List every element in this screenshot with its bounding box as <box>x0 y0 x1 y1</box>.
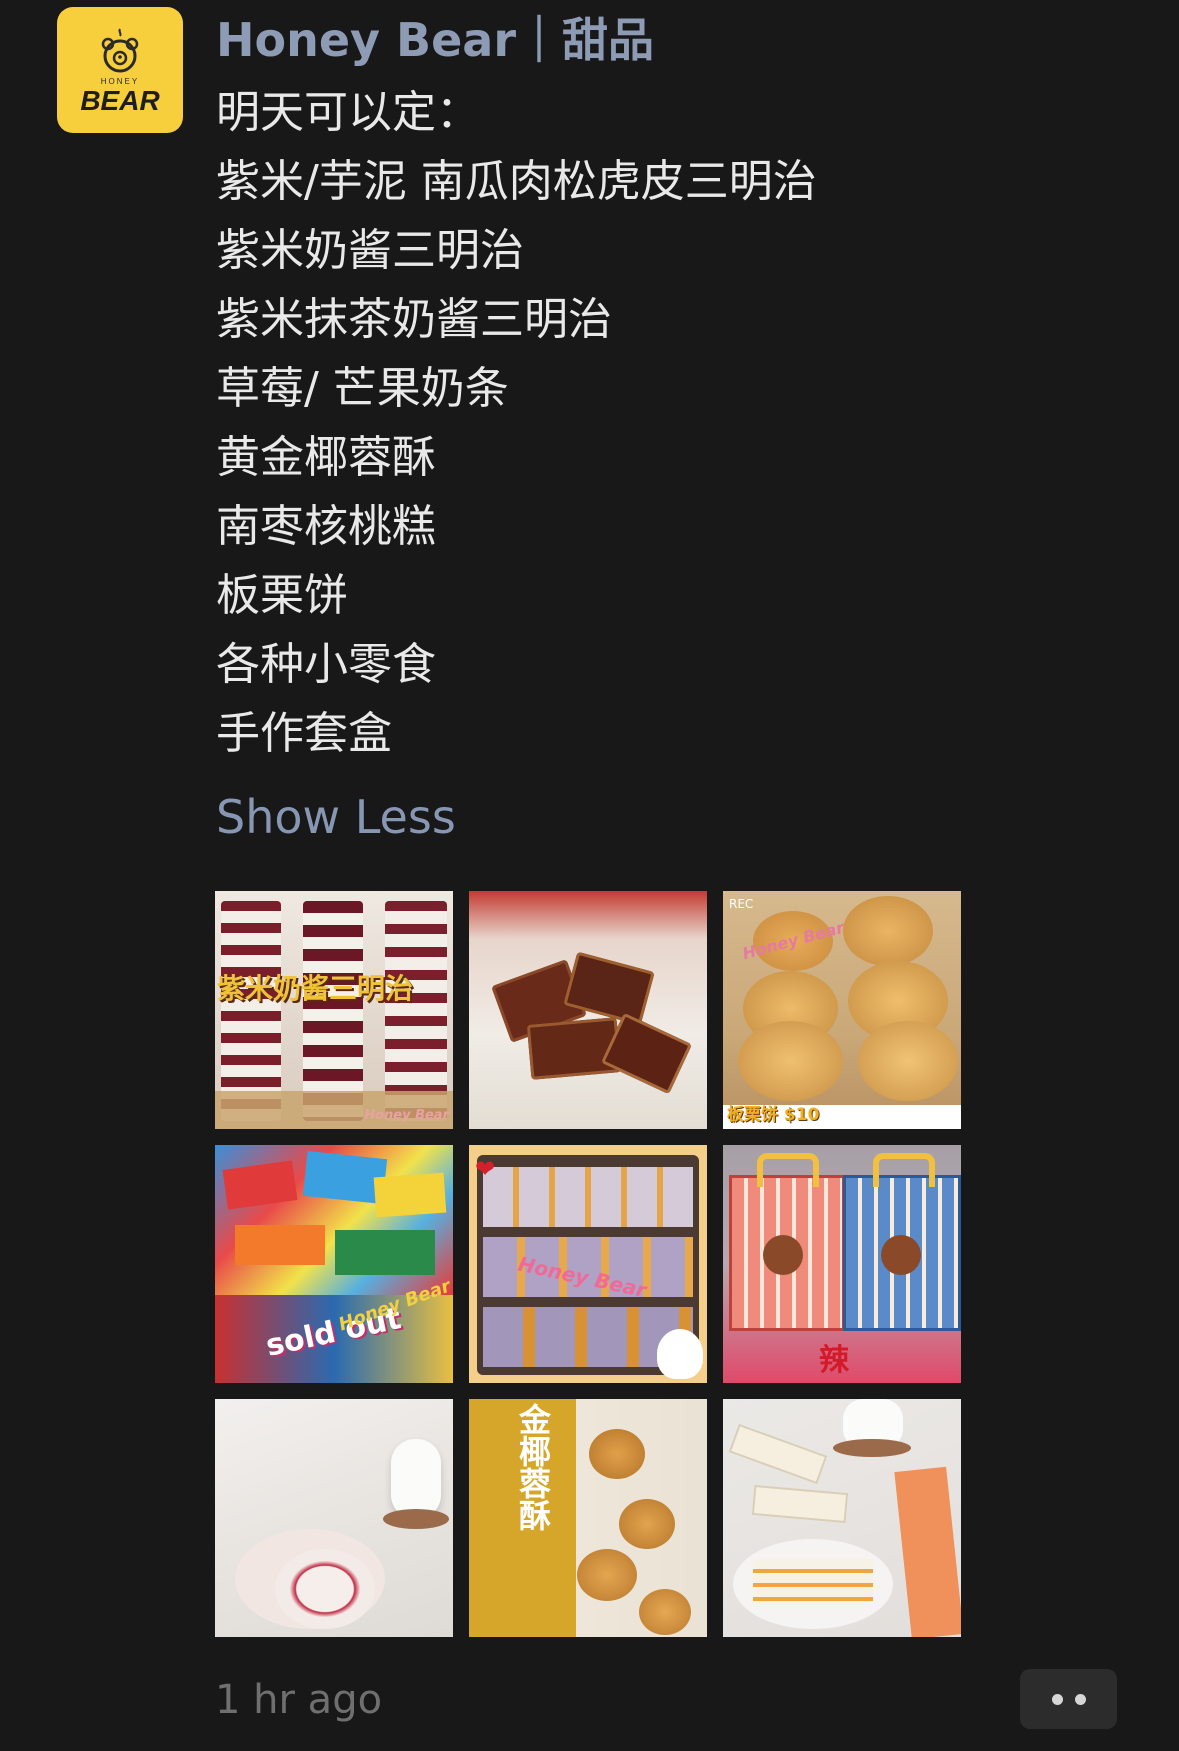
photo-sandwich-purple-rice[interactable]: 紫米奶酱三明治 Honey Bear <box>215 891 453 1129</box>
bear-icon <box>101 27 139 72</box>
photo-milk-bars[interactable] <box>723 1399 961 1637</box>
photo-taro-sandwiches[interactable]: ❤ Honey Bear <box>469 1145 707 1383</box>
post-line: 南枣核桃糕 <box>216 501 436 552</box>
photo-overlay-text: 板栗饼 $10 <box>727 1105 820 1125</box>
photo-overlay-text: 辣 <box>819 1343 849 1378</box>
photo-overlay-text: 紫米奶酱三明治 <box>217 972 414 1005</box>
more-dot-icon <box>1051 1693 1063 1705</box>
post-line: 草莓/ 芒果奶条 <box>216 363 509 414</box>
photo-grid: 紫米奶酱三明治 Honey Bear REC Honey Bear 板栗饼 $1… <box>215 891 961 1637</box>
photo-coconut-crisps[interactable]: 金椰蓉酥 <box>469 1399 707 1637</box>
photo-watermark: Honey Bear <box>364 1108 449 1123</box>
post-line: 紫米/芋泥 南瓜肉松虎皮三明治 <box>216 156 817 207</box>
photo-snacks[interactable]: sold out Honey Bear <box>215 1145 453 1383</box>
post-line: 紫米抹茶奶酱三明治 <box>216 294 612 345</box>
photo-chestnut-cookies[interactable]: REC Honey Bear 板栗饼 $10 <box>723 891 961 1129</box>
avatar[interactable]: HONEY BEAR <box>57 7 183 133</box>
more-dot-icon <box>1074 1693 1086 1705</box>
timestamp: 1 hr ago <box>215 1677 383 1723</box>
post-line: 各种小零食 <box>216 639 436 690</box>
post-body: 明天可以定： 紫米/芋泥 南瓜肉松虎皮三明治 紫米奶酱三明治 紫米抹茶奶酱三明治… <box>216 78 1156 768</box>
rec-badge: REC <box>729 897 754 911</box>
post-line: 手作套盒 <box>216 708 392 759</box>
post-line: 紫米奶酱三明治 <box>216 225 524 276</box>
show-less-link[interactable]: Show Less <box>216 787 456 847</box>
author-name[interactable]: Honey Bear｜甜品 <box>216 10 1156 70</box>
post-line: 明天可以定： <box>216 87 480 138</box>
post-line: 板栗饼 <box>216 570 348 621</box>
photo-jujube-walnut-cake[interactable] <box>469 891 707 1129</box>
photo-cream-roll[interactable] <box>215 1399 453 1637</box>
photo-overlay-text: 金椰蓉酥 <box>514 1403 552 1531</box>
avatar-brand-big: BEAR <box>80 84 160 116</box>
post-line: 黄金椰蓉酥 <box>216 432 436 483</box>
more-options-button[interactable] <box>1020 1669 1117 1729</box>
photo-gift-boxes[interactable]: 辣 <box>723 1145 961 1383</box>
post: Honey Bear｜甜品 明天可以定： 紫米/芋泥 南瓜肉松虎皮三明治 紫米奶… <box>216 0 1156 847</box>
